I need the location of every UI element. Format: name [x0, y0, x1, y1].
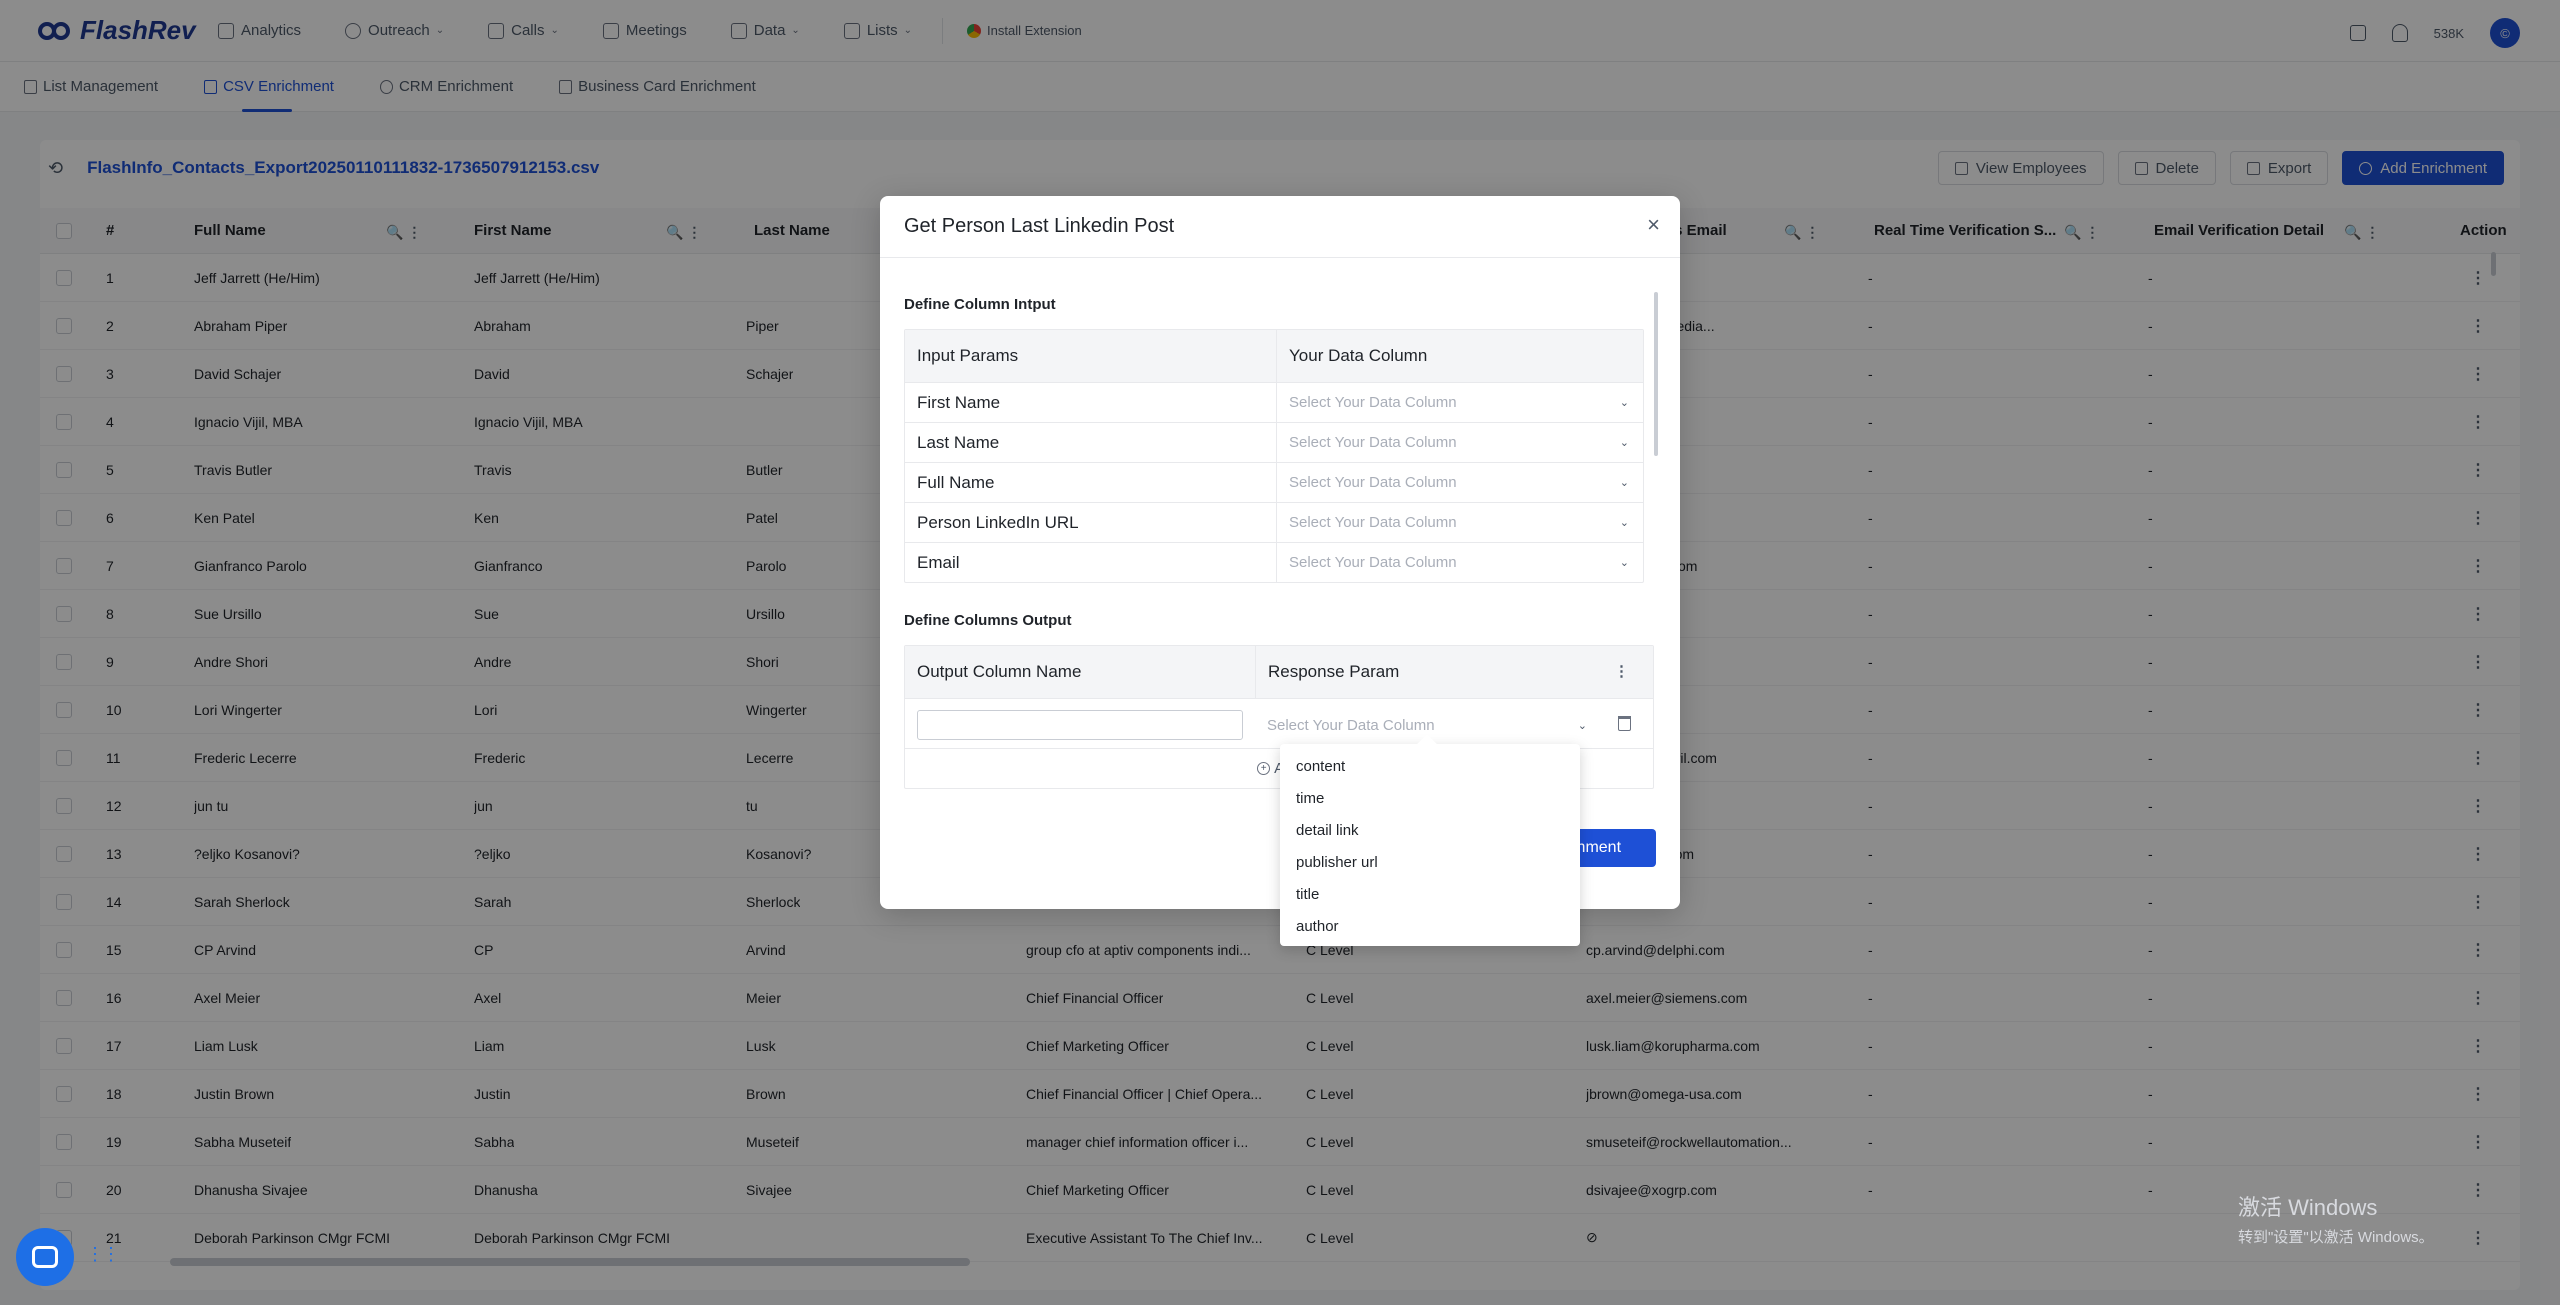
close-icon[interactable]: ×: [1647, 214, 1660, 236]
output-column-name-header: Output Column Name: [917, 662, 1082, 681]
input-section-title: Define Column Intput: [904, 296, 1056, 313]
data-column-select[interactable]: Select Your Data Column ⌄: [1277, 423, 1643, 462]
chevron-down-icon: ⌄: [1619, 397, 1629, 409]
trash-icon[interactable]: [1618, 716, 1631, 731]
input-param-label: Person LinkedIn URL: [905, 503, 1277, 542]
input-param-row: Email Select Your Data Column ⌄: [905, 542, 1643, 582]
input-param-label: First Name: [905, 383, 1277, 422]
output-table-header: Output Column Name Response Param ⋮: [905, 646, 1653, 698]
input-table-header: Input Params Your Data Column: [905, 330, 1643, 382]
input-params-header: Input Params: [905, 330, 1277, 382]
modal-header: Get Person Last Linkedin Post ×: [880, 196, 1680, 258]
data-column-select[interactable]: Select Your Data Column ⌄: [1277, 503, 1643, 542]
chevron-down-icon: ⌄: [1619, 517, 1629, 529]
windows-activation-watermark: 激活 Windows 转到"设置"以激活 Windows。: [2238, 1195, 2434, 1246]
chevron-down-icon: ⌄: [1619, 557, 1629, 569]
data-column-select[interactable]: Select Your Data Column ⌄: [1277, 463, 1643, 502]
data-column-select[interactable]: Select Your Data Column ⌄: [1277, 383, 1643, 422]
input-param-label: Email: [905, 543, 1277, 582]
chevron-down-icon: ⌄: [1619, 437, 1629, 449]
chevron-down-icon: ⌄: [1577, 720, 1587, 732]
your-data-column-header: Your Data Column: [1289, 346, 1428, 365]
response-param-select[interactable]: Select Your Data Column ⌄: [1267, 711, 1597, 739]
dropdown-option[interactable]: time: [1280, 782, 1580, 814]
modal-title: Get Person Last Linkedin Post: [904, 215, 1175, 237]
dropdown-option[interactable]: detail link: [1280, 814, 1580, 846]
input-param-row: First Name Select Your Data Column ⌄: [905, 382, 1643, 422]
dropdown-option[interactable]: content: [1280, 750, 1580, 782]
more-icon[interactable]: ⋮: [1614, 662, 1629, 680]
response-param-dropdown: content time detail link publisher url title…: [1280, 744, 1580, 946]
drag-handle-icon[interactable]: ⋮⋮: [86, 1244, 120, 1265]
response-param-header: Response Param: [1255, 646, 1605, 698]
chevron-down-icon: ⌄: [1619, 477, 1629, 489]
dropdown-option[interactable]: publisher url: [1280, 846, 1580, 878]
chat-icon: [32, 1246, 58, 1268]
dropdown-option[interactable]: title: [1280, 878, 1580, 910]
dropdown-option[interactable]: author: [1280, 910, 1580, 942]
output-column-name-input[interactable]: [917, 710, 1243, 740]
output-section-title: Define Columns Output: [904, 612, 1072, 629]
plus-circle-icon: +: [1257, 762, 1271, 775]
chat-button[interactable]: [16, 1228, 74, 1286]
input-param-label: Full Name: [905, 463, 1277, 502]
input-param-row: Full Name Select Your Data Column ⌄: [905, 462, 1643, 502]
input-param-row: Person LinkedIn URL Select Your Data Colu…: [905, 502, 1643, 542]
output-row: Select Your Data Column ⌄: [905, 698, 1653, 748]
input-rows: First Name Select Your Data Column ⌄ Last N…: [905, 382, 1643, 582]
input-param-row: Last Name Select Your Data Column ⌄: [905, 422, 1643, 462]
data-column-select[interactable]: Select Your Data Column ⌄: [1277, 543, 1643, 582]
dropdown-options: content time detail link publisher url title…: [1280, 750, 1580, 942]
modal-scrollbar[interactable]: [1654, 292, 1658, 456]
input-params-table: Input Params Your Data Column First Name…: [904, 329, 1644, 583]
input-param-label: Last Name: [905, 423, 1277, 462]
